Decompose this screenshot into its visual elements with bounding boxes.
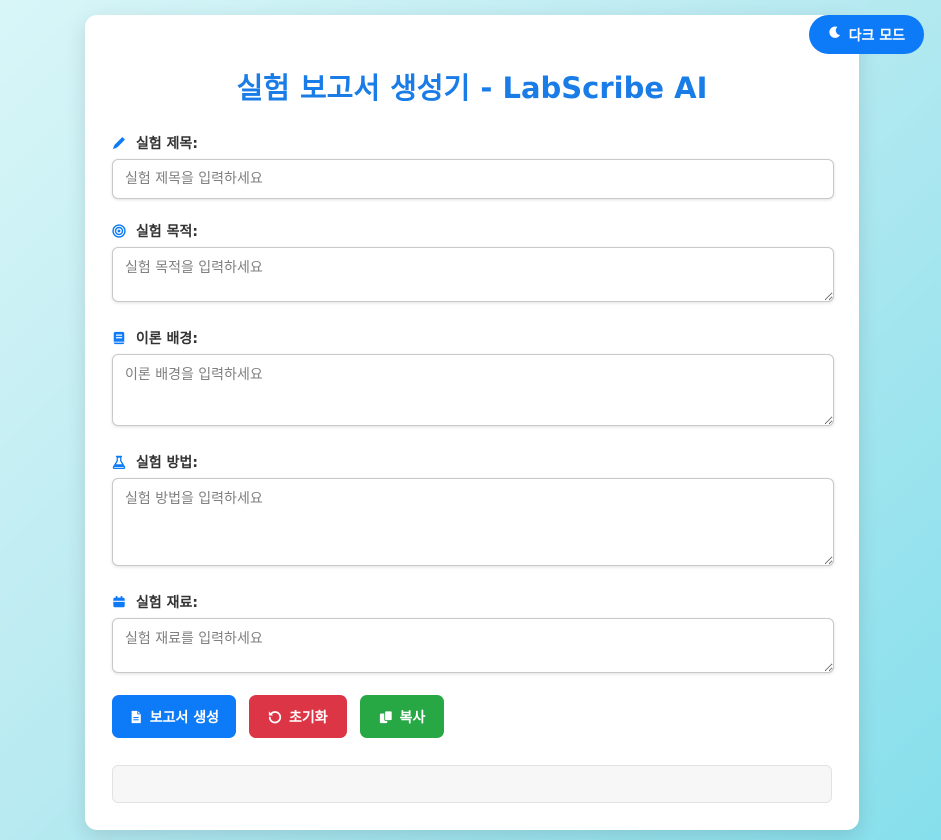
theory-background-label: 이론 배경: (112, 328, 198, 348)
experiment-method-textarea[interactable] (112, 478, 834, 566)
copy-button[interactable]: 복사 (360, 695, 444, 738)
experiment-purpose-textarea[interactable] (112, 247, 834, 302)
generate-report-button[interactable]: 보고서 생성 (112, 695, 236, 738)
report-form-card: 실험 보고서 생성기 - LabScribe AI 실험 제목: 실험 목적: … (85, 15, 859, 830)
experiment-title-label: 실험 제목: (112, 133, 198, 153)
experiment-method-label: 실험 방법: (112, 452, 198, 472)
theory-background-textarea[interactable] (112, 354, 834, 426)
target-icon (112, 224, 126, 238)
dark-mode-label: 다크 모드 (848, 27, 906, 44)
experiment-purpose-label: 실험 목적: (112, 221, 198, 241)
reset-button[interactable]: 초기화 (249, 695, 347, 738)
box-icon (112, 595, 126, 609)
experiment-materials-label: 실험 재료: (112, 592, 198, 612)
pencil-icon (112, 136, 126, 150)
moon-icon (828, 26, 841, 43)
report-output-area (112, 765, 832, 803)
undo-icon (268, 710, 282, 724)
document-icon (129, 710, 143, 724)
flask-icon (112, 455, 126, 469)
experiment-title-input[interactable] (112, 159, 834, 199)
page-title: 실험 보고서 생성기 - LabScribe AI (236, 71, 708, 105)
book-icon (112, 331, 126, 345)
experiment-materials-textarea[interactable] (112, 618, 834, 673)
dark-mode-toggle-button[interactable]: 다크 모드 (809, 15, 924, 54)
copy-icon (379, 709, 393, 724)
